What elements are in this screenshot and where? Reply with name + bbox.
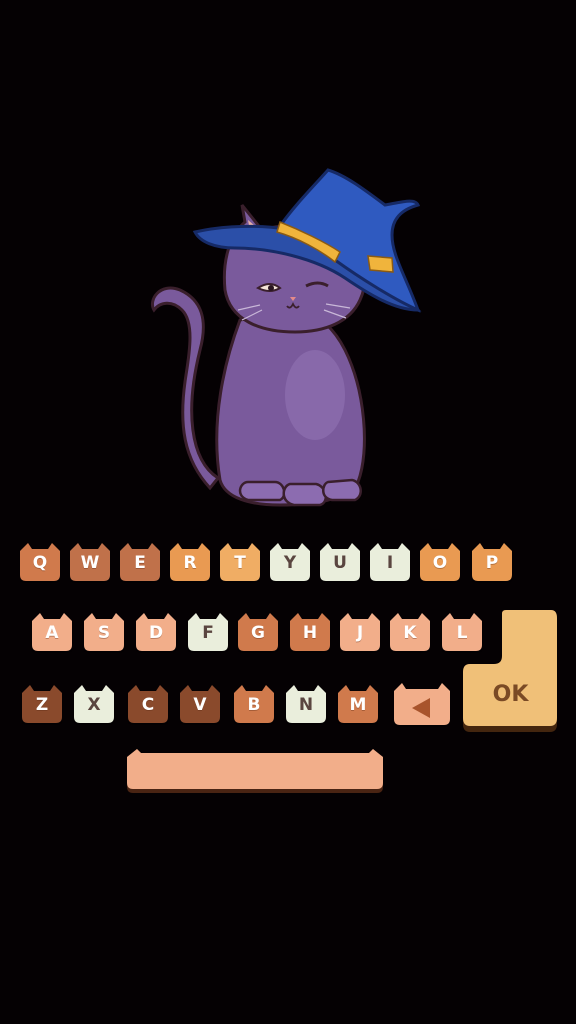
space-bar[interactable]: [125, 745, 385, 795]
key-cap-shape: [128, 685, 168, 723]
key-cap-shape: [20, 543, 60, 581]
key-h[interactable]: H: [288, 611, 332, 653]
key-cap-shape: [136, 613, 176, 651]
key-cap-shape: [463, 610, 557, 726]
key-cap-shape: [390, 613, 430, 651]
backspace-key[interactable]: [392, 681, 452, 727]
key-cap-shape: [120, 543, 160, 581]
key-z[interactable]: Z: [20, 683, 64, 725]
key-cap-shape: [32, 613, 72, 651]
key-cap-shape: [234, 685, 274, 723]
key-e[interactable]: E: [118, 541, 162, 583]
key-n[interactable]: N: [284, 683, 328, 725]
key-j[interactable]: J: [338, 611, 382, 653]
key-cap-shape: [238, 613, 278, 651]
key-k[interactable]: K: [388, 611, 432, 653]
ok-button[interactable]: OK: [462, 610, 559, 732]
key-cap-shape: [22, 685, 62, 723]
key-cap-shape: [270, 543, 310, 581]
key-cap-shape: [286, 685, 326, 723]
key-cap-shape: [290, 613, 330, 651]
key-c[interactable]: C: [126, 683, 170, 725]
key-f[interactable]: F: [186, 611, 230, 653]
key-g[interactable]: G: [236, 611, 280, 653]
key-cap-shape: [70, 543, 110, 581]
key-cap-shape: [127, 749, 383, 789]
key-cap-shape: [74, 685, 114, 723]
key-w[interactable]: W: [68, 541, 112, 583]
key-s[interactable]: S: [82, 611, 126, 653]
key-d[interactable]: D: [134, 611, 178, 653]
key-cap-shape: [420, 543, 460, 581]
key-v[interactable]: V: [178, 683, 222, 725]
key-cap-shape: [84, 613, 124, 651]
key-cap-shape: [170, 543, 210, 581]
key-b[interactable]: B: [232, 683, 276, 725]
key-y[interactable]: Y: [268, 541, 312, 583]
key-q[interactable]: Q: [18, 541, 62, 583]
key-cap-shape: [220, 543, 260, 581]
key-o[interactable]: O: [418, 541, 462, 583]
key-cap-shape: [370, 543, 410, 581]
key-cap-shape: [338, 685, 378, 723]
witch-hat-cat-illustration: [151, 168, 422, 507]
key-t[interactable]: T: [218, 541, 262, 583]
key-r[interactable]: R: [168, 541, 212, 583]
key-p[interactable]: P: [470, 541, 514, 583]
key-cap-shape: [340, 613, 380, 651]
key-a[interactable]: A: [30, 611, 74, 653]
key-x[interactable]: X: [72, 683, 116, 725]
key-cap-shape: [320, 543, 360, 581]
key-m[interactable]: M: [336, 683, 380, 725]
key-u[interactable]: U: [318, 541, 362, 583]
key-cap-shape: [180, 685, 220, 723]
key-cap-shape: [472, 543, 512, 581]
key-cap-shape: [188, 613, 228, 651]
key-i[interactable]: I: [368, 541, 412, 583]
